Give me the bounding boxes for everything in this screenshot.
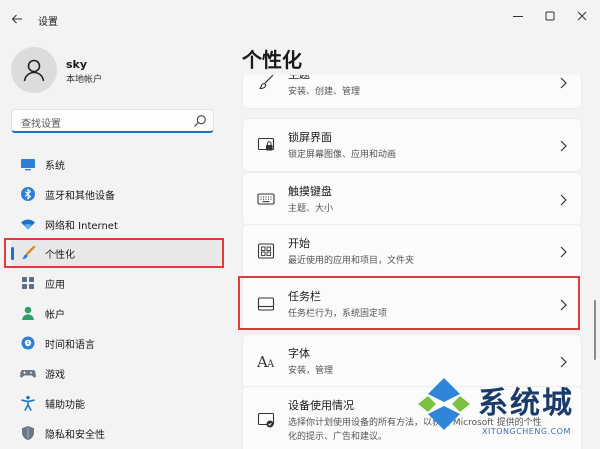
start-icon bbox=[257, 243, 275, 259]
sidebar-item-time-language[interactable]: 时间和语言 bbox=[11, 330, 222, 356]
monitor-icon bbox=[21, 159, 35, 171]
page-title: 个性化 bbox=[242, 48, 302, 72]
brush-icon bbox=[259, 75, 274, 90]
back-button[interactable] bbox=[6, 8, 28, 30]
card-theme[interactable]: 主题 安装、创建、管理 bbox=[242, 75, 582, 109]
avatar[interactable] bbox=[11, 47, 57, 93]
highlight-box-taskbar bbox=[238, 276, 580, 330]
sidebar-item-privacy[interactable]: 隐私和安全性 bbox=[11, 420, 222, 446]
wifi-icon bbox=[21, 219, 35, 230]
sidebar-item-bluetooth[interactable]: 蓝牙和其他设备 bbox=[11, 181, 222, 207]
card-title: 设备使用情况 bbox=[288, 399, 354, 412]
sidebar-item-label: 网络和 Internet bbox=[45, 221, 118, 232]
lock-screen-icon bbox=[257, 137, 275, 151]
sidebar-item-gaming[interactable]: 游戏 bbox=[11, 360, 222, 386]
sidebar-item-accessibility[interactable]: 辅助功能 bbox=[11, 390, 222, 416]
shield-icon bbox=[22, 426, 34, 440]
maximize-icon bbox=[545, 11, 555, 21]
card-desc: 主题、大小 bbox=[288, 204, 334, 214]
font-icon: A A bbox=[257, 353, 275, 370]
card-desc: 最近使用的应用和项目，文件夹 bbox=[288, 256, 415, 266]
sidebar-item-label: 蓝牙和其他设备 bbox=[45, 191, 115, 202]
title-bar: 设置 bbox=[0, 0, 600, 36]
card-title: 开始 bbox=[288, 237, 310, 250]
sidebar-item-apps[interactable]: 应用 bbox=[11, 270, 222, 296]
card-desc: 锁定屏幕图像、应用和动画 bbox=[288, 150, 397, 160]
accessibility-icon bbox=[21, 395, 35, 411]
keyboard-icon bbox=[257, 193, 275, 205]
sidebar-item-label: 辅助功能 bbox=[45, 400, 85, 411]
search-placeholder: 查找设置 bbox=[21, 119, 61, 130]
arrow-left-icon bbox=[11, 14, 22, 24]
person-icon bbox=[22, 306, 34, 320]
sidebar-item-label: 系统 bbox=[45, 161, 65, 172]
scrollbar[interactable] bbox=[594, 300, 596, 360]
sidebar-item-accounts[interactable]: 帐户 bbox=[11, 300, 222, 326]
card-touch-keyboard[interactable]: 触摸键盘 主题、大小 bbox=[242, 172, 582, 226]
search-icon[interactable] bbox=[193, 114, 207, 128]
sidebar-item-label: 隐私和安全性 bbox=[45, 430, 105, 441]
card-desc: 安装、创建、管理 bbox=[288, 87, 361, 97]
maximize-button[interactable] bbox=[538, 6, 562, 26]
bluetooth-icon bbox=[21, 187, 35, 201]
chevron-right-icon bbox=[560, 356, 567, 368]
minimize-icon bbox=[513, 16, 523, 17]
app-title: 设置 bbox=[38, 17, 58, 28]
chevron-right-icon bbox=[560, 194, 567, 206]
sidebar-item-label: 应用 bbox=[45, 280, 65, 291]
watermark-logo bbox=[418, 378, 470, 430]
sidebar-item-label: 帐户 bbox=[45, 310, 65, 321]
card-start[interactable]: 开始 最近使用的应用和项目，文件夹 bbox=[242, 224, 582, 278]
close-button[interactable] bbox=[570, 6, 594, 26]
sidebar-item-system[interactable]: 系统 bbox=[11, 151, 222, 177]
apps-icon bbox=[22, 277, 34, 289]
svg-text:A: A bbox=[266, 359, 275, 370]
watermark-url: XITONGCHENG.COM bbox=[482, 427, 571, 436]
card-desc: 安装，管理 bbox=[288, 366, 334, 376]
search-input[interactable]: 查找设置 bbox=[11, 109, 214, 133]
card-title: 锁屏界面 bbox=[288, 131, 332, 144]
user-name: sky bbox=[66, 58, 88, 71]
close-icon bbox=[577, 11, 587, 21]
card-clip-theme: 主题 安装、创建、管理 bbox=[242, 75, 582, 109]
chevron-right-icon bbox=[560, 140, 567, 152]
card-desc-line2: 化的提示、广告和建议。 bbox=[288, 432, 388, 442]
card-title: 触摸键盘 bbox=[288, 185, 332, 198]
watermark-text: 系统城 bbox=[478, 386, 574, 421]
person-icon bbox=[23, 59, 45, 82]
globe-clock-icon bbox=[21, 336, 35, 350]
minimize-button[interactable] bbox=[506, 6, 530, 26]
card-title: 字体 bbox=[288, 347, 310, 360]
highlight-box-personalization bbox=[4, 238, 224, 268]
account-type: 本地帐户 bbox=[66, 75, 103, 85]
sidebar-item-label: 时间和语言 bbox=[45, 340, 95, 351]
chevron-right-icon bbox=[560, 246, 567, 258]
gamepad-icon bbox=[20, 370, 36, 378]
card-title: 主题 bbox=[288, 75, 310, 82]
device-usage-icon bbox=[257, 412, 275, 428]
sidebar-item-network[interactable]: 网络和 Internet bbox=[11, 211, 222, 237]
chevron-right-icon bbox=[560, 77, 567, 89]
sidebar-item-label: 游戏 bbox=[45, 370, 65, 381]
card-lock-screen[interactable]: 锁屏界面 锁定屏幕图像、应用和动画 bbox=[242, 118, 582, 172]
